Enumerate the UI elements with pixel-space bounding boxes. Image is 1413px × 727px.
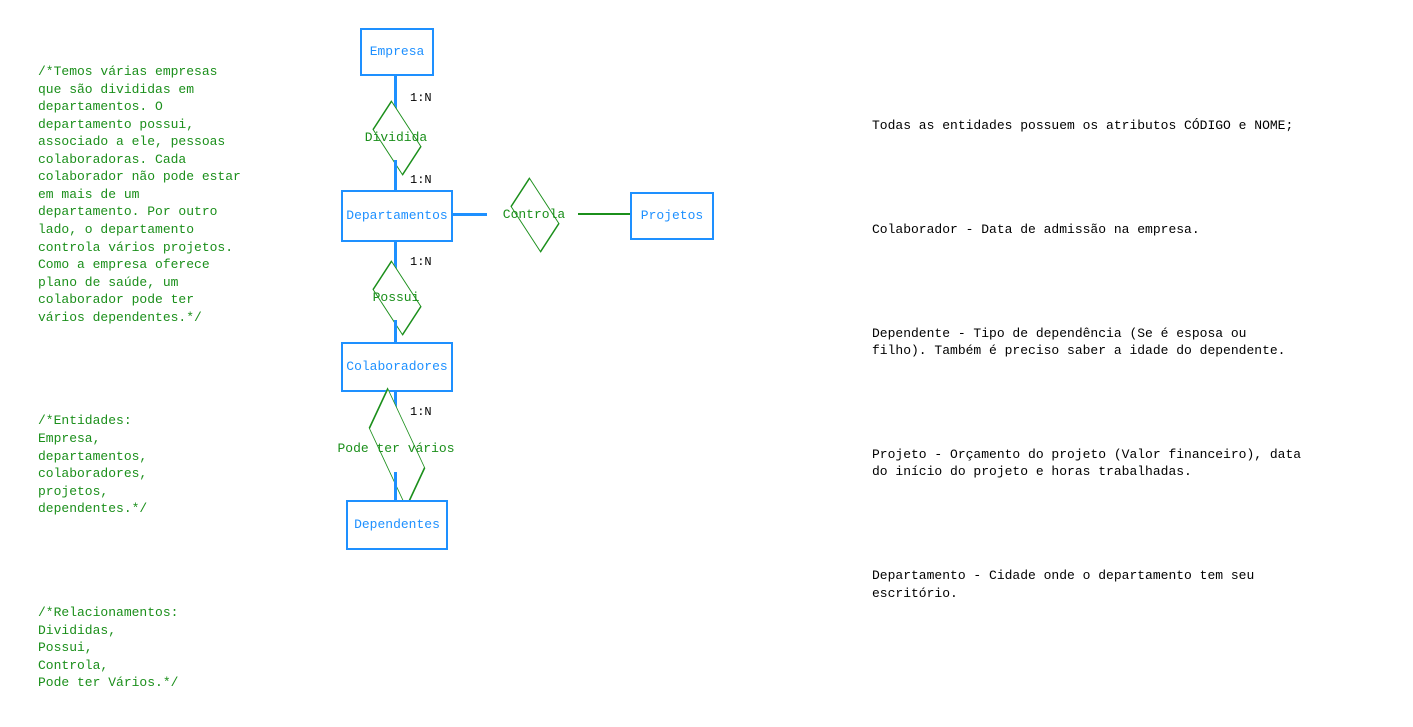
comment-paragraph-3: /*Relacionamentos: Divididas, Possui, Co… [38, 604, 248, 692]
cardinality-3: 1:N [410, 254, 432, 270]
relationship-label: Dividida [350, 129, 442, 147]
relationship-controla: Controla [486, 191, 582, 237]
cardinality-2: 1:N [410, 172, 432, 188]
entity-projetos: Projetos [630, 192, 714, 240]
relationship-label: Possui [352, 289, 440, 307]
spacer [872, 395, 1302, 411]
note-colaborador: Colaborador - Data de admissão na empres… [872, 221, 1302, 239]
entity-label: Projetos [641, 207, 703, 225]
comment-paragraph-1: /*Temos várias empresas que são dividida… [38, 63, 248, 326]
relationship-pode-ter-varios: Pode ter vários [314, 424, 478, 474]
cardinality-4: 1:N [410, 404, 432, 420]
entity-label: Departamentos [346, 207, 447, 225]
entity-colaboradores: Colaboradores [341, 342, 453, 392]
spacer [872, 273, 1302, 289]
connector-line [394, 160, 397, 190]
spacer [38, 361, 248, 377]
note-projeto: Projeto - Orçamento do projeto (Valor fi… [872, 446, 1302, 481]
er-diagram: Empresa 1:N Dividida 1:N Departamentos C… [300, 10, 780, 630]
right-notes: Todas as entidades possuem os atributos … [872, 82, 1302, 637]
left-comments: /*Temos várias empresas que são dividida… [38, 28, 248, 727]
relationship-possui: Possui [352, 274, 440, 320]
note-departamento: Departamento - Cidade onde o departament… [872, 567, 1302, 602]
cardinality-1: 1:N [410, 90, 432, 106]
entity-label: Colaboradores [346, 358, 447, 376]
comment-paragraph-2: /*Entidades: Empresa, departamentos, col… [38, 412, 248, 517]
connector-line [394, 472, 397, 500]
spacer [38, 553, 248, 569]
connector-line [578, 213, 630, 215]
connector-line [451, 213, 487, 216]
relationship-label: Controla [486, 206, 582, 224]
entity-dependentes: Dependentes [346, 500, 448, 550]
entity-departamentos: Departamentos [341, 190, 453, 242]
entity-empresa: Empresa [360, 28, 434, 76]
spacer [872, 170, 1302, 186]
relationship-dividida: Dividida [350, 114, 442, 160]
entity-label: Dependentes [354, 516, 440, 534]
connector-line [394, 320, 397, 342]
relationship-label: Pode ter vários [314, 440, 478, 458]
page: /*Temos várias empresas que são dividida… [0, 0, 1413, 637]
spacer [872, 516, 1302, 532]
note-dependente: Dependente - Tipo de dependência (Se é e… [872, 325, 1302, 360]
entity-label: Empresa [370, 43, 425, 61]
note-attributes: Todas as entidades possuem os atributos … [872, 117, 1302, 135]
